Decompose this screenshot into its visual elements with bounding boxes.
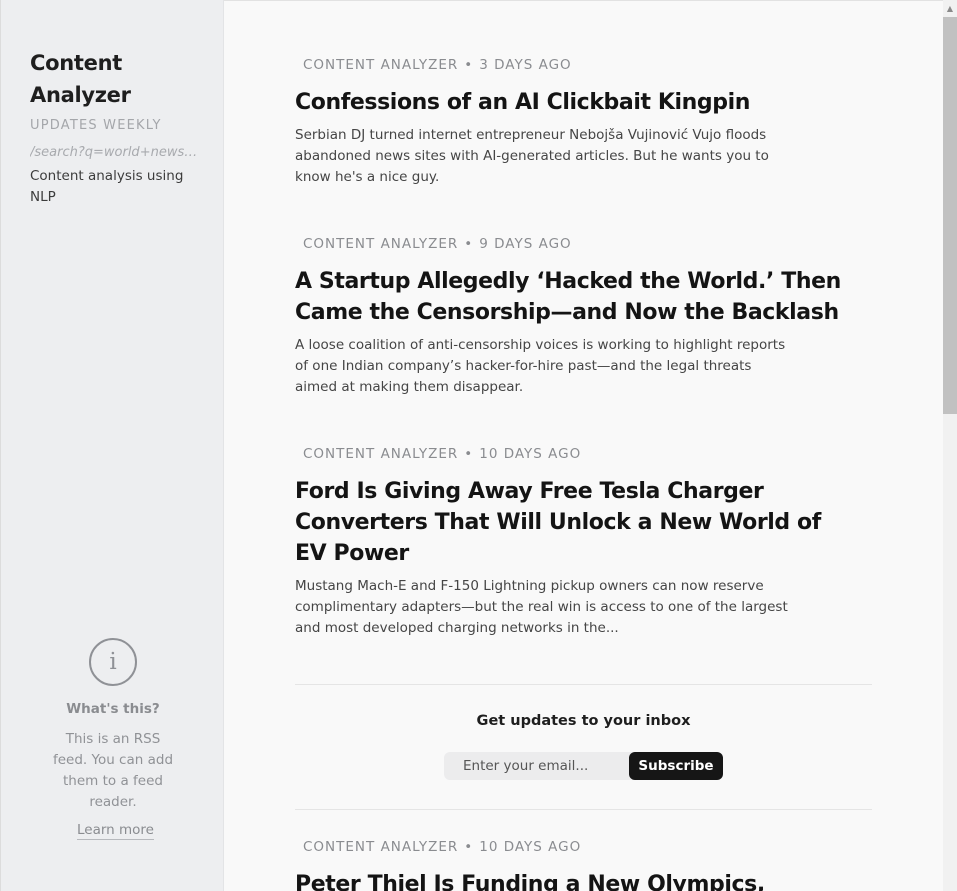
- divider: [295, 809, 872, 810]
- meta-separator: •: [464, 236, 474, 252]
- email-input[interactable]: [444, 752, 644, 780]
- article-age: 9 DAYS AGO: [479, 236, 572, 252]
- article-summary: Serbian DJ turned internet entrepreneur …: [295, 127, 769, 185]
- article-title[interactable]: Confessions of an AI Clickbait Kingpin: [295, 87, 855, 118]
- article-item[interactable]: CONTENT ANALYZER • 10 DAYS AGO Peter Thiel…: [295, 837, 875, 891]
- vertical-scrollbar[interactable]: ▲: [943, 0, 957, 891]
- meta-separator: •: [464, 839, 474, 855]
- article-item[interactable]: CONTENT ANALYZER • 3 DAYS AGO Confessions …: [295, 55, 875, 188]
- article-item[interactable]: CONTENT ANALYZER • 9 DAYS AGO A Startup Al…: [295, 234, 875, 398]
- article-source: CONTENT ANALYZER: [303, 446, 459, 462]
- divider: [295, 684, 872, 685]
- article-title[interactable]: A Startup Allegedly ‘Hacked the World.’ …: [295, 266, 855, 328]
- info-icon: i: [89, 638, 137, 686]
- article-age: 3 DAYS AGO: [479, 57, 572, 73]
- whats-this-heading: What's this?: [66, 701, 160, 717]
- article-source: CONTENT ANALYZER: [303, 839, 459, 855]
- rss-explanation: This is an RSS feed. You can add them to…: [52, 731, 174, 810]
- scroll-up-arrow-icon[interactable]: ▲: [943, 3, 957, 15]
- meta-separator: •: [464, 446, 474, 462]
- article-title[interactable]: Ford Is Giving Away Free Tesla Charger C…: [295, 476, 855, 569]
- article-item[interactable]: CONTENT ANALYZER • 10 DAYS AGO Ford Is Giv…: [295, 444, 875, 639]
- subscribe-button[interactable]: Subscribe: [629, 752, 723, 780]
- subscribe-heading: Get updates to your inbox: [476, 713, 691, 729]
- article-age: 10 DAYS AGO: [479, 446, 582, 462]
- article-source: CONTENT ANALYZER: [303, 236, 459, 252]
- subscribe-form: Subscribe: [444, 752, 723, 780]
- article-age: 10 DAYS AGO: [479, 839, 582, 855]
- learn-more-link[interactable]: Learn more: [77, 822, 154, 840]
- feed-url[interactable]: /search?q=world+news&…: [30, 145, 200, 160]
- article-summary: A loose coalition of anti-censorship voi…: [295, 337, 786, 395]
- article-title[interactable]: Peter Thiel Is Funding a New Olympics, S…: [295, 869, 855, 891]
- sidebar: Content Analyzer UPDATES WEEKLY /search?…: [0, 0, 224, 891]
- feed-title: Content Analyzer: [30, 51, 131, 107]
- article-meta: CONTENT ANALYZER • 10 DAYS AGO: [295, 837, 875, 857]
- feed-description: Content analysis using NLP: [30, 168, 184, 205]
- article-meta: CONTENT ANALYZER • 9 DAYS AGO: [295, 234, 875, 254]
- article-meta: CONTENT ANALYZER • 3 DAYS AGO: [295, 55, 875, 75]
- meta-separator: •: [464, 57, 474, 73]
- feed-main: CONTENT ANALYZER • 3 DAYS AGO Confessions …: [225, 0, 943, 891]
- article-meta: CONTENT ANALYZER • 10 DAYS AGO: [295, 444, 875, 464]
- article-summary: Mustang Mach-E and F-150 Lightning picku…: [295, 578, 788, 636]
- article-source: CONTENT ANALYZER: [303, 57, 459, 73]
- scroll-thumb[interactable]: [943, 17, 957, 414]
- update-frequency: UPDATES WEEKLY: [30, 118, 162, 133]
